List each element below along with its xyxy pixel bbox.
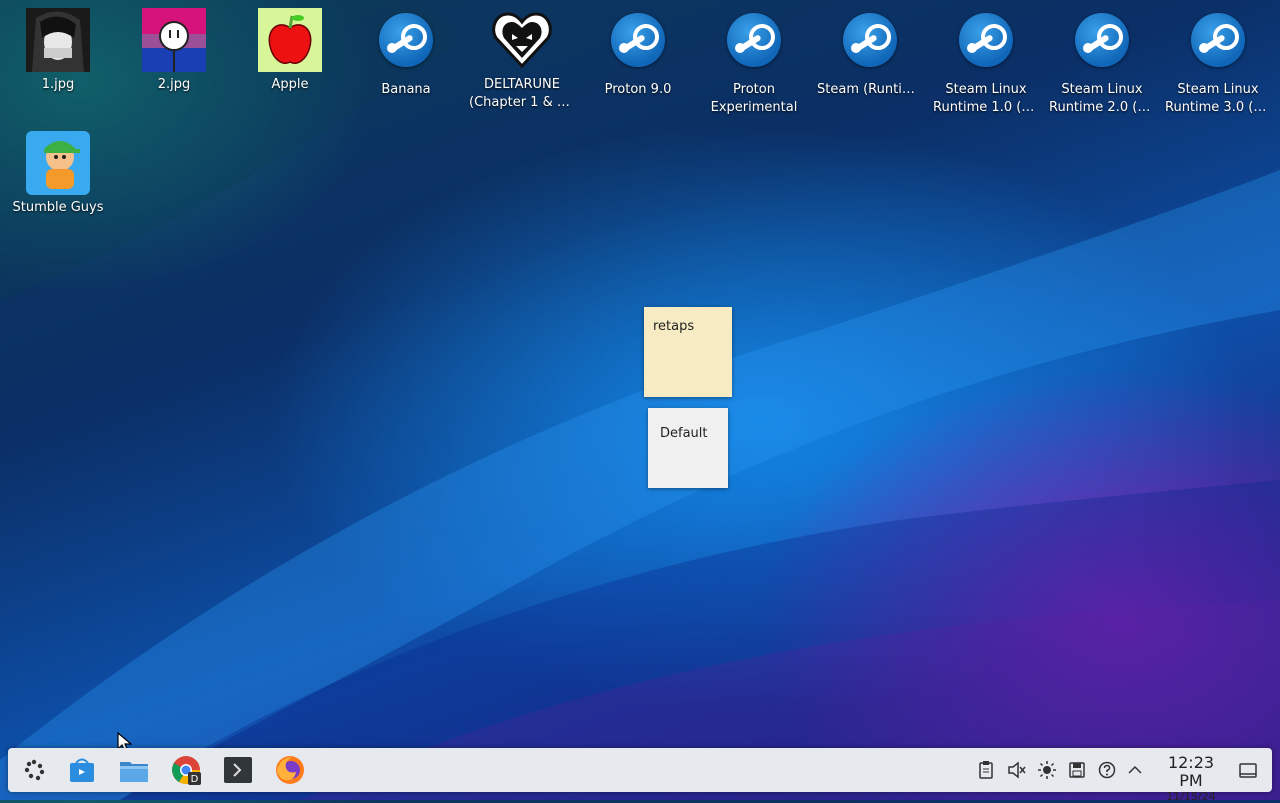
desktop-icon-apple[interactable]: Apple [235,8,345,94]
volume-muted-icon[interactable] [1006,760,1026,780]
desktop-icon-stumble-guys[interactable]: Stumble Guys [3,131,113,217]
icon-label: 1.jpg [41,77,75,92]
clock-time: 12:23 PM [1167,753,1215,790]
clock-date: 11/15/24 [1166,790,1216,803]
steam-icon [954,13,1018,77]
terminal-icon[interactable] [222,754,254,786]
svg-text:D: D [191,774,199,785]
clipboard-icon[interactable] [976,760,996,780]
icon-label: Banana [381,82,431,97]
steam-icon [838,13,902,77]
sticky-note-default[interactable]: Default [648,408,728,488]
wallpaper [0,0,1280,800]
expand-tray-icon[interactable] [1125,760,1145,780]
desktop-icon-proton-experimental[interactable]: Proton Experimental [699,8,809,117]
icon-label: Proton 9.0 [604,82,672,97]
steam-icon [722,13,786,77]
sticky-note-retaps[interactable]: retaps [644,307,732,397]
desktop-icon-1jpg[interactable]: 1.jpg [3,8,113,94]
desktop-icon-banana[interactable]: Banana [351,8,461,99]
firefox-icon[interactable] [274,754,306,786]
icon-label-line2: Runtime 3.0 (s... [1165,100,1273,115]
icon-label: Steam (Runtime) [817,82,925,97]
icon-label: Steam Linux [1061,82,1143,97]
storage-icon[interactable] [1067,760,1087,780]
show-desktop-icon[interactable] [1238,760,1258,780]
icon-label: Proton [733,82,775,97]
desktop-icon-deltarune[interactable]: DELTARUNE (Chapter 1 & 2... [467,8,577,112]
steam-icon [1186,13,1250,77]
help-icon[interactable] [1097,760,1117,780]
taskbar: D 12:23 PM 11/15/24 [8,748,1272,803]
icon-label: Steam Linux [945,82,1027,97]
chrome-icon[interactable]: D [170,754,202,786]
icon-label-line2: Runtime 2.0 (s... [1049,100,1157,115]
file-manager-icon[interactable] [118,754,150,786]
image-thumbnail-icon [26,8,90,72]
icon-label: Apple [271,77,309,92]
clock[interactable]: 12:23 PM 11/15/24 [1154,754,1228,803]
application-launcher-icon[interactable] [18,754,50,786]
image-thumbnail-icon [142,8,206,72]
steam-icon [606,13,670,77]
desktop-icon-2jpg[interactable]: 2.jpg [119,8,229,94]
desktop-icon-steam-linux-runtime-2[interactable]: Steam Linux Runtime 2.0 (s... [1047,8,1157,117]
brightness-icon[interactable] [1037,760,1057,780]
icon-label: DELTARUNE [484,77,560,92]
steam-icon [374,13,438,77]
stumble-guys-icon [26,131,90,195]
deltarune-icon [490,8,554,72]
icon-label: Stumble Guys [12,200,104,215]
icon-label: Steam Linux [1177,82,1259,97]
desktop-icon-steam-runtime[interactable]: Steam (Runtime) [815,8,925,99]
icon-label-line2: Experimental [710,100,798,115]
desktop-icon-proton-9[interactable]: Proton 9.0 [583,8,693,99]
steam-icon [1070,13,1134,77]
apple-icon [258,8,322,72]
discover-icon[interactable] [66,754,98,786]
desktop-icon-steam-linux-runtime-3[interactable]: Steam Linux Runtime 3.0 (s... [1163,8,1273,117]
icon-label: 2.jpg [157,77,191,92]
note-text: retaps [653,319,695,334]
icon-label-line2: Runtime 1.0 (s... [933,100,1041,115]
icon-label-line2: (Chapter 1 & 2... [469,95,577,110]
desktop-icon-steam-linux-runtime-1[interactable]: Steam Linux Runtime 1.0 (s... [931,8,1041,117]
note-text: Default [660,426,708,441]
